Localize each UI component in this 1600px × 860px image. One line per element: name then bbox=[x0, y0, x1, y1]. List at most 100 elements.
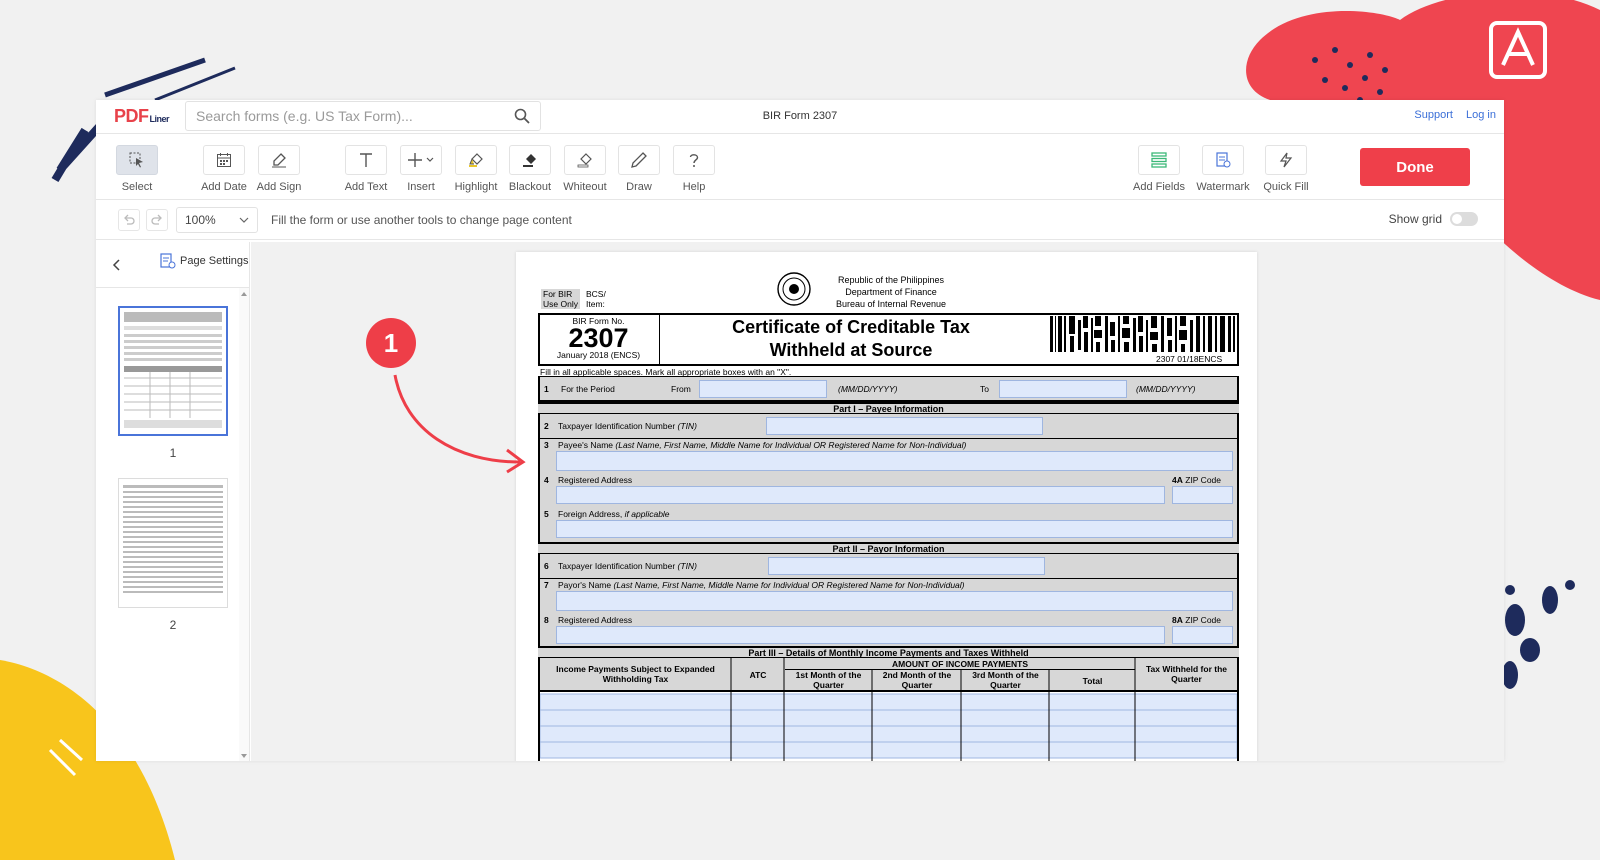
grid-switch[interactable] bbox=[1450, 212, 1478, 226]
issuing-agency: Republic of the Philippines Department of… bbox=[835, 275, 947, 309]
highlight-button[interactable]: Highlight bbox=[448, 145, 504, 193]
search-icon[interactable] bbox=[514, 108, 530, 124]
support-link[interactable]: Support bbox=[1414, 109, 1453, 121]
app-window: PDFLiner BIR Form 2307 Support Log in Se… bbox=[96, 100, 1504, 761]
options-bar: 100% Fill the form or use another tools … bbox=[96, 200, 1504, 240]
page-number-1: 1 bbox=[169, 446, 177, 460]
whiteout-marker-icon bbox=[577, 153, 592, 168]
watermark-doc-icon bbox=[1216, 152, 1231, 168]
undo-icon bbox=[124, 214, 135, 225]
payee-tin-field[interactable] bbox=[766, 417, 1043, 435]
insert-dropdown-button[interactable]: Insert bbox=[393, 145, 449, 193]
page-thumbnail-1[interactable] bbox=[118, 306, 228, 436]
part-iii-header: Part III – Details of Monthly Income Pay… bbox=[538, 646, 1239, 658]
barcode-image bbox=[1048, 316, 1236, 352]
fields-list-icon bbox=[1151, 152, 1167, 168]
redo-icon bbox=[151, 214, 162, 225]
add-date-button[interactable]: Add Date bbox=[196, 145, 252, 193]
payee-name-label: Payee's Name (Last Name, First Name, Mid… bbox=[558, 440, 967, 450]
search-box[interactable] bbox=[185, 101, 541, 131]
add-text-button[interactable]: Add Text bbox=[338, 145, 394, 193]
payor-zip-label: 8A ZIP Code bbox=[1172, 615, 1222, 625]
undo-button[interactable] bbox=[118, 209, 140, 231]
zoom-select[interactable]: 100% bbox=[176, 207, 258, 233]
select-tool-button[interactable]: Select bbox=[109, 145, 165, 193]
done-button[interactable]: Done bbox=[1360, 148, 1470, 186]
annotation-arrow bbox=[393, 374, 526, 474]
search-input[interactable] bbox=[196, 108, 514, 124]
quick-fill-button[interactable]: Quick Fill bbox=[1258, 145, 1314, 193]
calendar-icon bbox=[217, 153, 231, 167]
toolbar: Select Add Date Add Sign Add Text Insert… bbox=[96, 134, 1504, 200]
payee-zip-field[interactable] bbox=[1172, 486, 1233, 504]
foreign-address-field[interactable] bbox=[556, 520, 1233, 538]
payor-tin-label: Taxpayer Identification Number (TIN) bbox=[558, 561, 697, 571]
form-page: For BIR Use Only BCS/Item: Republic of th… bbox=[516, 252, 1257, 761]
page-number-2: 2 bbox=[169, 618, 177, 632]
period-label: For the Period bbox=[561, 384, 615, 394]
toolbar-hint: Fill the form or use another tools to ch… bbox=[271, 213, 572, 227]
pencil-icon bbox=[631, 152, 647, 168]
payee-address-field[interactable] bbox=[556, 486, 1165, 504]
document-title: BIR Form 2307 bbox=[762, 110, 838, 122]
payee-address-label: Registered Address bbox=[558, 475, 633, 485]
chevron-down-icon bbox=[239, 217, 249, 223]
question-mark-icon bbox=[689, 154, 699, 167]
highlighter-icon bbox=[469, 153, 483, 167]
pdf-app-icon bbox=[1489, 21, 1547, 79]
top-bar: PDFLiner BIR Form 2307 Support Log in bbox=[96, 100, 1504, 134]
plus-chevron-icon bbox=[408, 153, 434, 167]
payor-address-field[interactable] bbox=[556, 626, 1165, 644]
collapse-sidebar-button[interactable] bbox=[108, 256, 124, 274]
chevron-left-icon bbox=[112, 259, 120, 271]
period-from-field[interactable] bbox=[699, 380, 827, 398]
form-number-box: BIR Form No. 2307 January 2018 (ENCS) bbox=[538, 313, 660, 366]
payor-tin-field[interactable] bbox=[768, 557, 1045, 575]
blackout-button[interactable]: Blackout bbox=[502, 145, 558, 193]
whiteout-button[interactable]: Whiteout bbox=[557, 145, 613, 193]
show-grid-toggle[interactable]: Show grid bbox=[1389, 212, 1478, 226]
payor-name-label: Payor's Name (Last Name, First Name, Mid… bbox=[558, 580, 965, 590]
blackout-marker-icon bbox=[523, 154, 536, 167]
pdfliner-logo[interactable]: PDFLiner bbox=[114, 106, 170, 127]
barcode-caption: 2307 01/18ENCS bbox=[1156, 354, 1223, 364]
payor-address-label: Registered Address bbox=[558, 615, 633, 625]
payee-zip-label: 4A ZIP Code bbox=[1172, 475, 1222, 485]
page-preview bbox=[123, 485, 223, 593]
bir-seal-icon bbox=[777, 272, 811, 306]
page-settings-icon bbox=[160, 253, 176, 269]
page-thumbnail-2[interactable] bbox=[118, 478, 228, 608]
for-bir-box: For BIR Use Only bbox=[541, 289, 580, 309]
part-ii-header: Part II – Payor Information bbox=[538, 542, 1239, 554]
page-preview bbox=[124, 312, 222, 428]
redo-button[interactable] bbox=[146, 209, 168, 231]
add-fields-button[interactable]: Add Fields bbox=[1131, 145, 1187, 193]
period-to-field[interactable] bbox=[999, 380, 1127, 398]
payor-name-field[interactable] bbox=[556, 591, 1233, 611]
document-canvas: For BIR Use Only BCS/Item: Republic of th… bbox=[251, 242, 1504, 761]
help-button[interactable]: Help bbox=[666, 145, 722, 193]
navy-dots-decoration bbox=[1312, 47, 1388, 108]
step-marker: 1 bbox=[366, 318, 416, 368]
page-sidebar: Page Settings 1 2 bbox=[96, 242, 250, 761]
bcs-item-label: BCS/Item: bbox=[586, 289, 606, 309]
payee-tin-label: Taxpayer Identification Number (TIN) bbox=[558, 421, 697, 431]
table-grid bbox=[540, 658, 1237, 761]
scroll-arrows-icon bbox=[241, 292, 247, 758]
signature-pen-icon bbox=[272, 153, 286, 168]
page-settings-button[interactable]: Page Settings bbox=[160, 253, 249, 269]
income-table: Income Payments Subject to Expanded Withh… bbox=[538, 658, 1239, 761]
cursor-icon bbox=[129, 152, 143, 168]
add-sign-button[interactable]: Add Sign bbox=[251, 145, 307, 193]
draw-button[interactable]: Draw bbox=[611, 145, 667, 193]
part-i-header: Part I – Payee Information bbox=[538, 402, 1239, 414]
navy-blob-decoration bbox=[1502, 580, 1575, 689]
payee-name-field[interactable] bbox=[556, 451, 1233, 471]
watermark-button[interactable]: Watermark bbox=[1195, 145, 1251, 193]
login-link[interactable]: Log in bbox=[1466, 109, 1496, 121]
sidebar-scrollbar[interactable] bbox=[239, 288, 249, 761]
payor-zip-field[interactable] bbox=[1172, 626, 1233, 644]
form-title: Certificate of Creditable Tax Withheld at… bbox=[732, 317, 970, 360]
lightning-icon bbox=[1279, 152, 1293, 168]
text-t-icon bbox=[360, 153, 372, 167]
